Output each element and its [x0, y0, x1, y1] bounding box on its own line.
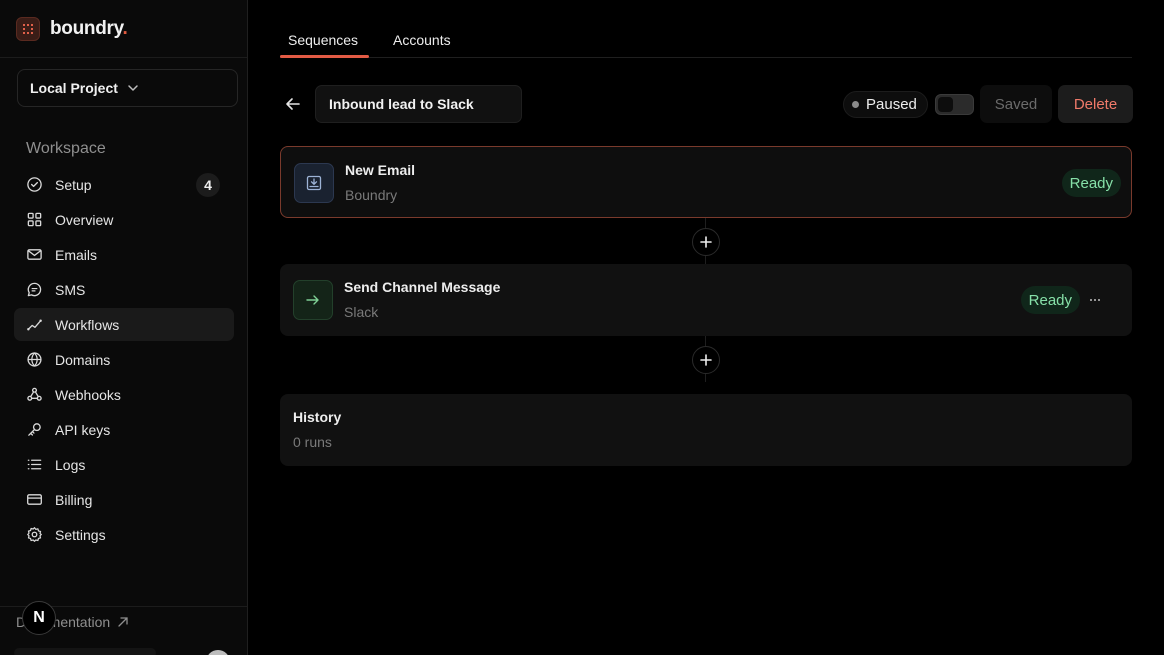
account-switcher[interactable] [14, 648, 156, 655]
status-dot [852, 101, 859, 108]
toggle-knob [938, 97, 953, 112]
step-card-new-email[interactable]: New Email Boundry Ready [280, 146, 1132, 218]
globe-icon [27, 352, 42, 367]
key-icon [28, 423, 41, 436]
external-link-icon [118, 617, 128, 627]
sidebar: boundry. Local Project Workspace Setup 4… [0, 0, 248, 655]
sidebar-nav: Setup 4 Overview Emails SMS Workflows Do… [14, 168, 234, 553]
step-subtitle: Slack [344, 304, 379, 320]
sidebar-item-logs[interactable]: Logs [14, 448, 234, 481]
saved-button[interactable]: Saved [980, 85, 1052, 123]
project-select[interactable]: Local Project [17, 69, 238, 107]
tab-sequences[interactable]: Sequences [288, 32, 358, 48]
n-badge-button[interactable]: N [22, 601, 56, 635]
active-tab-indicator [280, 55, 369, 58]
sidebar-item-label: Logs [55, 456, 86, 473]
sidebar-item-emails[interactable]: Emails [14, 238, 234, 271]
status-badge: Paused [843, 91, 928, 118]
sidebar-item-label: Emails [55, 246, 98, 263]
brand-name: boundry [50, 18, 123, 39]
sidebar-item-label: Billing [55, 491, 93, 508]
brand-dot: . [122, 18, 128, 39]
check-circle-icon [27, 177, 42, 192]
status-badge-label: Ready [1069, 174, 1113, 192]
list-icon [27, 459, 42, 470]
sidebar-item-billing[interactable]: Billing [14, 483, 234, 516]
workflow-name-input[interactable]: Inbound lead to Slack [315, 85, 522, 123]
sidebar-item-webhooks[interactable]: Webhooks [14, 378, 234, 411]
sidebar-item-setup[interactable]: Setup 4 [14, 168, 234, 201]
card-icon [27, 494, 42, 505]
sidebar-item-overview[interactable]: Overview [14, 203, 234, 236]
status-badge: Ready [1020, 286, 1080, 314]
step-subtitle: Boundry [345, 187, 398, 203]
sidebar-item-api-keys[interactable]: API keys [14, 413, 234, 446]
sidebar-item-sms[interactable]: SMS [14, 273, 234, 306]
sidebar-item-label: Domains [55, 351, 111, 368]
back-arrow-icon[interactable] [283, 94, 303, 114]
step-card-send-channel-message[interactable]: Send Channel Message Slack Ready [280, 264, 1132, 336]
sidebar-item-settings[interactable]: Settings [14, 518, 234, 551]
plus-icon [700, 354, 712, 366]
history-card[interactable]: History 0 runs [280, 394, 1132, 466]
arrow-right-icon [293, 280, 333, 320]
workflow-name-value: Inbound lead to Slack [329, 96, 474, 112]
add-step-button[interactable] [692, 228, 720, 256]
delete-button[interactable]: Delete [1058, 85, 1133, 123]
setup-count-badge: 4 [196, 173, 220, 197]
status-badge-label: Ready [1028, 291, 1072, 309]
status-label: Paused [866, 96, 917, 113]
project-select-label: Local Project [30, 80, 118, 96]
sidebar-item-label: Webhooks [55, 386, 121, 403]
tab-accounts[interactable]: Accounts [393, 32, 451, 48]
plus-icon [700, 236, 712, 248]
chevron-down-icon [128, 85, 138, 91]
section-label-workspace: Workspace [26, 140, 106, 157]
sidebar-item-label: Settings [55, 526, 106, 543]
inbox-download-icon [294, 163, 334, 203]
avatar[interactable] [206, 650, 230, 655]
chat-icon [27, 282, 42, 297]
delete-label: Delete [1073, 95, 1118, 113]
sidebar-item-workflows[interactable]: Workflows [14, 308, 234, 341]
sidebar-item-label: Workflows [55, 316, 120, 333]
sidebar-item-label: SMS [55, 281, 86, 298]
grid-icon [27, 212, 42, 227]
brand[interactable]: boundry. [16, 16, 128, 42]
mail-icon [27, 249, 42, 260]
more-options-icon[interactable] [1088, 293, 1102, 307]
step-title: New Email [345, 162, 416, 178]
divider [0, 57, 247, 58]
tab-bar: Sequences Accounts [280, 24, 1132, 58]
history-title: History [293, 409, 342, 425]
step-title: Send Channel Message [344, 279, 501, 295]
status-badge: Ready [1061, 169, 1121, 197]
history-run-count: 0 runs [293, 434, 332, 450]
sidebar-item-label: Setup [55, 176, 92, 193]
saved-label: Saved [994, 95, 1038, 113]
active-toggle[interactable] [935, 94, 974, 115]
sidebar-item-domains[interactable]: Domains [14, 343, 234, 376]
gear-icon [27, 527, 42, 542]
brand-logo-icon [16, 17, 40, 41]
webhook-icon [27, 387, 42, 401]
workflow-icon [27, 319, 42, 331]
add-step-button[interactable] [692, 346, 720, 374]
sidebar-item-label: Overview [55, 211, 114, 228]
sidebar-item-label: API keys [55, 421, 111, 438]
